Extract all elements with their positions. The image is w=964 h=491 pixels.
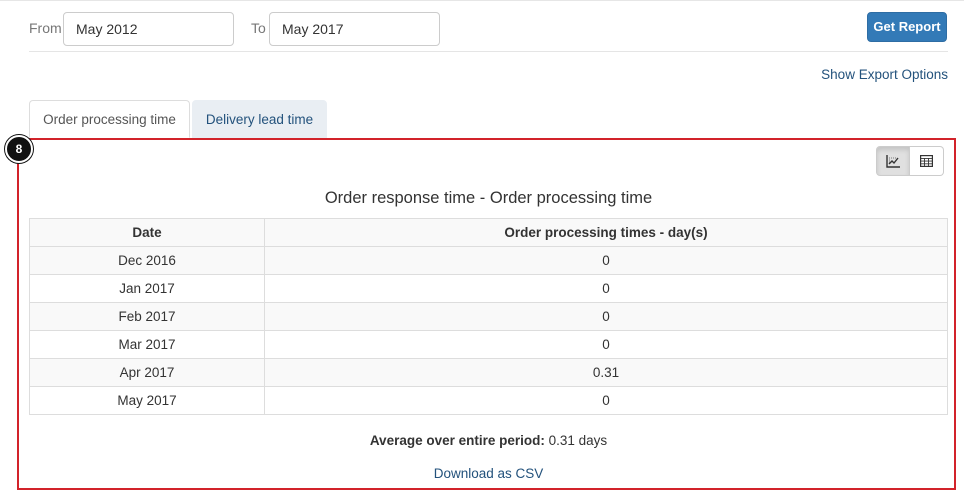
table-row: Jan 2017 0 — [29, 274, 948, 303]
row-date: Dec 2016 — [29, 246, 265, 275]
row-value: 0.31 — [264, 358, 948, 387]
row-value: 0 — [264, 246, 948, 275]
table-row: May 2017 0 — [29, 386, 948, 415]
from-label: From — [29, 20, 62, 36]
average-summary: Average over entire period: 0.31 days — [29, 433, 948, 448]
top-divider — [0, 0, 964, 1]
to-label: To — [251, 20, 266, 36]
report-table: Date Order processing times - day(s) Dec… — [29, 218, 948, 415]
table-row: Dec 2016 0 — [29, 246, 948, 275]
row-value: 0 — [264, 386, 948, 415]
row-value: 0 — [264, 274, 948, 303]
report-page: From May 2012 To May 2017 Get Report Sho… — [0, 0, 964, 491]
row-date: Feb 2017 — [29, 302, 265, 331]
table-row: Apr 2017 0.31 — [29, 358, 948, 387]
table-header-row: Date Order processing times - day(s) — [29, 218, 948, 247]
show-export-options-link[interactable]: Show Export Options — [821, 67, 948, 82]
row-date: Mar 2017 — [29, 330, 265, 359]
chart-icon — [886, 154, 900, 168]
to-date-input[interactable]: May 2017 — [269, 12, 440, 46]
from-date-input[interactable]: May 2012 — [63, 12, 234, 46]
row-date: Jan 2017 — [29, 274, 265, 303]
average-value: 0.31 days — [548, 433, 608, 448]
download-csv-link[interactable]: Download as CSV — [29, 466, 948, 481]
report-title: Order response time - Order processing t… — [324, 189, 653, 207]
chart-view-button[interactable] — [876, 146, 910, 176]
view-toggle-group — [876, 146, 944, 176]
row-date: Apr 2017 — [29, 358, 265, 387]
average-label: Average over entire period: — [369, 433, 545, 448]
table-view-button[interactable] — [910, 146, 944, 176]
tab-order-processing-time[interactable]: Order processing time — [29, 100, 190, 138]
row-value: 0 — [264, 330, 948, 359]
table-row: Feb 2017 0 — [29, 302, 948, 331]
column-header-processing-time: Order processing times - day(s) — [264, 218, 948, 247]
table-icon — [920, 155, 933, 167]
row-value: 0 — [264, 302, 948, 331]
filter-divider — [29, 51, 948, 52]
step-number-badge: 8 — [5, 135, 33, 163]
row-date: May 2017 — [29, 386, 265, 415]
column-header-date: Date — [29, 218, 265, 247]
table-row: Mar 2017 0 — [29, 330, 948, 359]
tab-delivery-lead-time[interactable]: Delivery lead time — [192, 100, 327, 138]
get-report-button[interactable]: Get Report — [867, 12, 947, 42]
